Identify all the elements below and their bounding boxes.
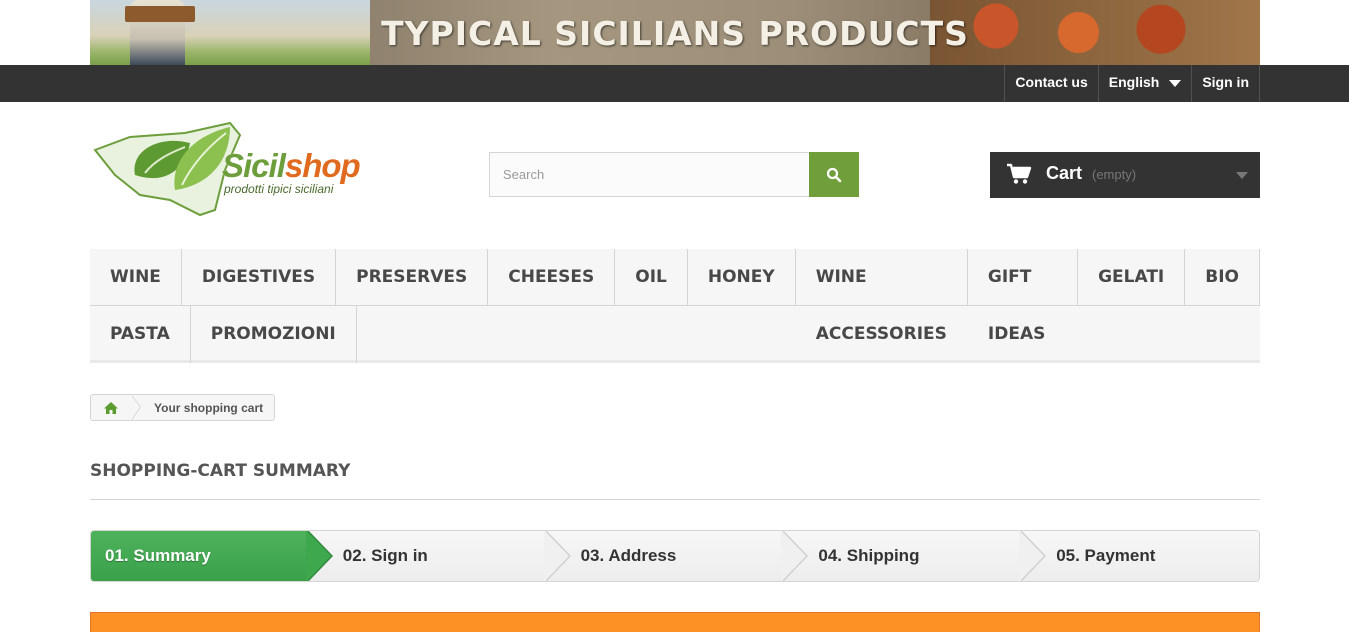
menu-item-bio[interactable]: BIO xyxy=(1185,249,1260,306)
menu-item-preserves[interactable]: PRESERVES xyxy=(336,249,489,306)
search-bar xyxy=(489,152,859,197)
menu-item-gelati[interactable]: GELATI xyxy=(1078,249,1186,306)
step-shipping-label: 04. Shipping xyxy=(818,546,920,565)
cart-status: (empty) xyxy=(1092,167,1137,182)
step-address[interactable]: 03. Address xyxy=(545,531,809,581)
cart-button[interactable]: Cart (empty) xyxy=(990,152,1260,198)
menu-item-digestives[interactable]: DIGESTIVES xyxy=(181,249,337,306)
top-nav-links: Contact us English Sign in xyxy=(1004,65,1260,102)
menu-item-oil[interactable]: OIL xyxy=(615,249,688,306)
step-sign-in[interactable]: 02. Sign in xyxy=(307,531,571,581)
step-arrow xyxy=(305,531,333,581)
breadcrumb-current: Your shopping cart xyxy=(154,400,264,415)
menu-item-wine[interactable]: WINE xyxy=(90,249,182,306)
language-selector[interactable]: English xyxy=(1097,65,1192,102)
logo-wordmark: Sicilshop xyxy=(222,147,361,184)
language-label: English xyxy=(1108,74,1160,90)
breadcrumb-home-link[interactable] xyxy=(91,395,141,420)
menu-item-cheeses[interactable]: CHEESES xyxy=(488,249,616,306)
step-arrow xyxy=(781,531,809,581)
search-icon xyxy=(826,167,842,182)
chevron-down-icon xyxy=(1236,172,1248,179)
menu-item-promozioni[interactable]: PROMOZIONI xyxy=(191,306,357,363)
logo-tagline: prodotti tipici siciliani xyxy=(224,182,334,196)
site-logo[interactable]: Sicilshop prodotti tipici siciliani xyxy=(90,115,375,225)
menu-row-1: WINE DIGESTIVES PRESERVES CHEESES OIL HO… xyxy=(90,249,1260,344)
menu-item-honey[interactable]: HONEY xyxy=(687,249,796,306)
step-sign-in-label: 02. Sign in xyxy=(342,546,428,565)
search-button[interactable] xyxy=(809,152,859,197)
contact-us-link[interactable]: Contact us xyxy=(1004,65,1097,102)
home-icon xyxy=(104,401,118,414)
banner-title: TYPICAL SICILIANS PRODUCTS xyxy=(381,14,969,53)
step-summary-label: 01. Summary xyxy=(105,546,211,565)
step-payment[interactable]: 05. Payment xyxy=(1021,531,1259,581)
step-arrow xyxy=(543,531,571,581)
page-title: SHOPPING-CART SUMMARY xyxy=(90,461,1260,500)
breadcrumb: Your shopping cart xyxy=(90,394,276,421)
step-payment-label: 05. Payment xyxy=(1056,546,1156,565)
step-arrow xyxy=(1019,531,1047,581)
cart-warning-alert xyxy=(90,612,1260,632)
caret-down-icon xyxy=(1169,79,1182,87)
category-menu: WINE DIGESTIVES PRESERVES CHEESES OIL HO… xyxy=(90,249,1260,363)
menu-row-2: PASTA PROMOZIONI xyxy=(90,306,357,363)
sign-in-link[interactable]: Sign in xyxy=(1191,65,1260,102)
header-banner[interactable]: TYPICAL SICILIANS PRODUCTS xyxy=(90,0,1260,65)
cart-label: Cart xyxy=(1046,163,1083,183)
step-summary[interactable]: 01. Summary xyxy=(91,531,333,581)
step-shipping[interactable]: 04. Shipping xyxy=(783,531,1047,581)
menu-item-gift-ideas[interactable]: GIFT IDEAS xyxy=(967,249,1079,344)
checkout-steps: 01. Summary 02. Sign in 03. Address 04. … xyxy=(90,530,1260,582)
menu-item-pasta[interactable]: PASTA xyxy=(90,306,191,363)
top-nav-bar: Contact us English Sign in xyxy=(0,65,1349,102)
menu-item-wine-accessories[interactable]: WINE ACCESSORIES xyxy=(795,249,968,344)
search-input[interactable] xyxy=(489,152,809,197)
step-address-label: 03. Address xyxy=(580,546,677,565)
shopping-cart-icon xyxy=(1007,163,1032,184)
